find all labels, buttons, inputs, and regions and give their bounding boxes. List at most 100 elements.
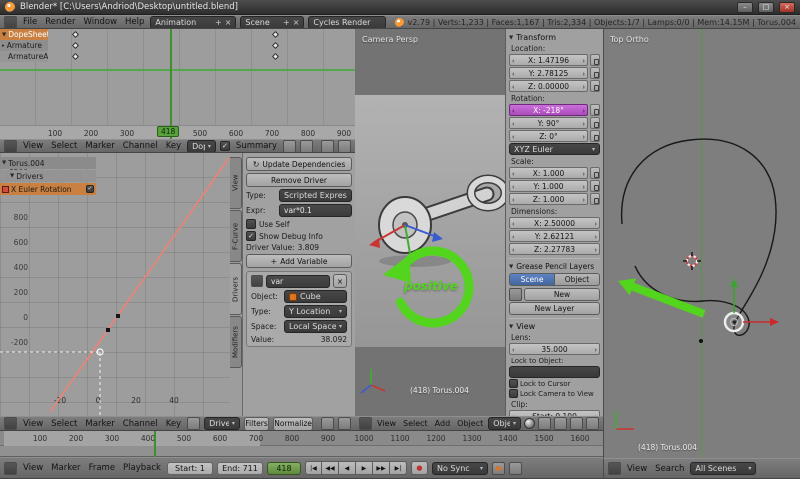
channel-dopesheet-summary[interactable]: ▼ DopeSheet Summary (0, 29, 48, 40)
scale-y-field[interactable]: Y: 1.000 (509, 180, 588, 192)
maximize-button[interactable]: □ (758, 1, 774, 13)
current-frame-line[interactable] (170, 29, 172, 139)
timeline[interactable]: 100 200 300 400 500 600 700 800 900 1000… (0, 431, 603, 479)
collapse-icon[interactable]: ▼ (509, 35, 513, 41)
gp-tab-object[interactable]: Object (555, 273, 600, 286)
menu-add[interactable]: Add (433, 419, 453, 428)
menu-help[interactable]: Help (123, 17, 146, 27)
menu-view[interactable]: View (375, 419, 398, 428)
tab-modifiers[interactable]: Modifiers (230, 316, 242, 368)
summary-toggle-label[interactable]: Summary (234, 141, 279, 151)
lock-icon[interactable] (590, 80, 600, 92)
next-keyframe-button[interactable]: ▶▶ (372, 461, 390, 475)
tab-fcurve[interactable]: F-Curve (230, 210, 242, 262)
snap-magnet-icon[interactable] (338, 417, 351, 430)
driver-curve[interactable] (49, 157, 230, 413)
lock-icon[interactable] (590, 180, 600, 192)
show-debug-checkbox[interactable]: ✓ (246, 231, 256, 241)
gp-tab-scene[interactable]: Scene (509, 273, 555, 286)
prev-keyframe-button[interactable]: ◀◀ (321, 461, 339, 475)
menu-key[interactable]: Key (164, 419, 183, 429)
auto-keyframe-icon[interactable] (491, 461, 505, 475)
editor-type-info-icon[interactable] (4, 16, 17, 28)
gp-new-layer-button[interactable]: New Layer (509, 302, 600, 315)
lock-icon[interactable] (590, 167, 600, 179)
sync-mode-selector[interactable]: No Sync ▾ (431, 461, 488, 475)
top-viewport[interactable]: Top Ortho (418) Torus.004 (603, 29, 800, 458)
display-filter-icon[interactable] (300, 140, 313, 152)
end-frame-field[interactable]: End: 711 (216, 461, 263, 475)
menu-window[interactable]: Window (82, 17, 120, 27)
pivot-point-icon[interactable] (538, 417, 551, 430)
menu-channel[interactable]: Channel (121, 419, 160, 429)
tab-drivers[interactable]: Drivers (230, 263, 242, 315)
keying-set-icon[interactable] (508, 461, 522, 475)
collapse-icon[interactable]: ▼ (2, 160, 6, 166)
current-frame-line[interactable] (154, 431, 156, 457)
variable-name-input[interactable]: var (266, 274, 330, 288)
copy-keyframes-icon[interactable] (321, 140, 334, 152)
tab-view[interactable]: View (230, 157, 242, 209)
channel-enable-checkbox[interactable]: ✓ (86, 185, 94, 193)
dimension-z-field[interactable]: Z: 2.27783 (509, 243, 600, 255)
lock-object-selector[interactable] (509, 366, 600, 378)
minimize-button[interactable]: – (737, 1, 753, 13)
delete-variable-button[interactable]: × (333, 274, 347, 288)
gp-new-button[interactable]: New (524, 288, 600, 301)
keyframe-diamond[interactable] (271, 41, 280, 50)
close-button[interactable]: × (779, 1, 795, 13)
graph-editor-canvas[interactable]: 1200 1000 800 600 400 200 0 -200 -20 0 2… (0, 153, 230, 416)
editor-type-3dview-icon[interactable] (359, 417, 372, 430)
menu-view[interactable]: View (21, 463, 45, 473)
layers-grid-icon[interactable] (554, 417, 567, 430)
delete-scene-icon[interactable]: × (293, 18, 300, 27)
collapse-icon[interactable]: ▼ (509, 264, 513, 270)
menu-select[interactable]: Select (49, 141, 79, 151)
play-button[interactable]: ▶ (355, 461, 373, 475)
rotation-z-field[interactable]: Z: 0° (509, 130, 588, 142)
curve-keyframe[interactable] (116, 314, 120, 318)
grease-pencil-icon[interactable] (509, 288, 522, 301)
menu-file[interactable]: File (21, 17, 39, 27)
editor-type-dopesheet-icon[interactable] (4, 140, 17, 152)
lock-icon[interactable] (590, 104, 600, 116)
lock-icon[interactable] (590, 54, 600, 66)
menu-view[interactable]: View (21, 419, 45, 429)
remove-driver-button[interactable]: Remove Driver (246, 173, 352, 187)
summary-checkbox[interactable]: ✓ (219, 141, 230, 151)
rotation-mode-selector[interactable]: XYZ Euler ▾ (509, 143, 600, 155)
window-titlebar[interactable]: Blender* [C:\Users\Andriod\Desktop\untit… (0, 0, 800, 15)
outliner-display-selector[interactable]: All Scenes ▾ (690, 462, 757, 475)
timeline-track[interactable] (0, 446, 603, 457)
normalize-button[interactable]: Normalize (273, 417, 313, 430)
collapse-icon[interactable]: ▼ (509, 324, 513, 330)
scene-selector[interactable]: Scene + × (240, 16, 305, 28)
filters-button[interactable]: Filters (243, 417, 270, 430)
lock-icon[interactable] (590, 130, 600, 142)
channel-armature-action[interactable]: ArmatureAction (0, 51, 48, 62)
clip-start-field[interactable]: Start: 0.100 (509, 410, 600, 416)
snap-magnet-icon[interactable] (570, 417, 583, 430)
menu-marker[interactable]: Marker (49, 463, 82, 473)
current-frame-field[interactable]: 418 (266, 461, 301, 475)
menu-select[interactable]: Select (49, 419, 79, 429)
menu-playback[interactable]: Playback (121, 463, 163, 473)
search-filter-icon[interactable] (283, 140, 296, 152)
play-reverse-button[interactable]: ◀ (338, 461, 356, 475)
rotation-y-field[interactable]: Y: 90° (509, 117, 588, 129)
keyframe-diamond[interactable] (71, 30, 80, 39)
keyframe-diamond[interactable] (271, 30, 280, 39)
lock-icon[interactable] (590, 117, 600, 129)
dimension-x-field[interactable]: X: 2.50000 (509, 217, 600, 229)
keyframe-diamond[interactable] (71, 41, 80, 50)
delete-layout-icon[interactable]: × (225, 18, 232, 27)
graph-mode-selector[interactable]: Drivers ▾ (204, 417, 240, 430)
lock-camera-checkbox[interactable] (509, 389, 518, 398)
rotation-x-field[interactable]: X: -218° (509, 104, 588, 116)
dimension-y-field[interactable]: Y: 2.62121 (509, 230, 600, 242)
editor-type-outliner-icon[interactable] (608, 462, 621, 475)
menu-object[interactable]: Object (455, 419, 485, 428)
editor-type-timeline-icon[interactable] (4, 461, 17, 475)
collapse-icon[interactable]: ▼ (2, 32, 6, 38)
jump-to-end-button[interactable]: ▶| (389, 461, 407, 475)
